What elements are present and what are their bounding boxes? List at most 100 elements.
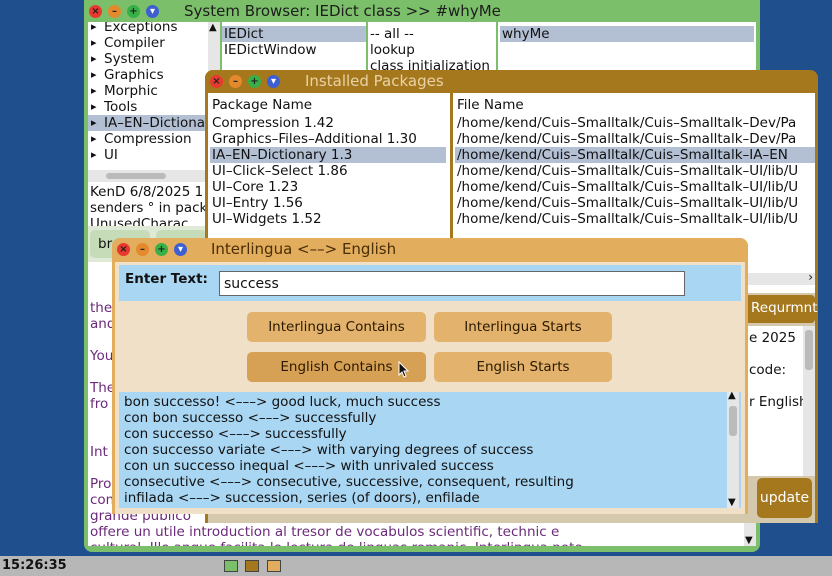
class-info-pane: KenD 6/8/2025 1 senders ° in pack Unused… [88,182,220,226]
interlingua-contains-button[interactable]: Interlingua Contains [247,312,426,342]
package-row[interactable]: UI–Core 1.23 [210,179,446,195]
dictionary-window: × – + ▾ Interlingua <––> English Enter T… [112,238,748,514]
package-name-header: Package Name [212,97,313,113]
category-item[interactable]: ▸ Graphics [88,67,208,83]
result-row[interactable]: bon successo! <–––> good luck, much succ… [122,394,722,410]
package-row[interactable]: IA–EN–Dictionary 1.3 [210,147,446,163]
clock: 15:26:35 [2,558,67,573]
package-row[interactable]: UI–Entry 1.56 [210,195,446,211]
taskbar-browser-icon[interactable] [224,560,238,572]
minimize-icon[interactable]: – [108,5,121,18]
close-icon[interactable]: × [117,243,130,256]
close-icon[interactable]: × [89,5,102,18]
dict-title: Interlingua <––> English [211,240,397,258]
window-menu-icon[interactable]: ▾ [146,5,159,18]
detail-code: code: [749,362,787,378]
file-name-header: File Name [457,97,524,113]
expand-triangle-icon[interactable]: ▸ [91,147,97,163]
chevron-right-icon[interactable]: › [808,270,813,284]
category-item[interactable]: ▸ Morphic [88,83,208,99]
browser-title-bar[interactable]: × – + ▾ System Browser: IEDict class >> … [84,0,760,22]
code-line: Pro [90,476,112,492]
package-row[interactable]: Graphics–Files–Additional 1.30 [210,131,446,147]
close-icon[interactable]: × [210,75,223,88]
expand-triangle-icon[interactable]: ▸ [91,99,97,115]
code-line: offere un utile introduction al tresor d… [90,524,560,540]
file-row[interactable]: /home/kend/Cuis–Smalltalk/Cuis–Smalltalk… [455,179,815,195]
interlingua-starts-button[interactable]: Interlingua Starts [434,312,612,342]
protocol-item[interactable]: class initialization [368,58,496,70]
category-item[interactable]: ▸ Exceptions [88,22,208,35]
scroll-down-icon[interactable]: ▼ [728,497,736,508]
category-list[interactable]: ▸ Exceptions ▸ Compiler ▸ System ▸ Graphics ▸ Mor… [88,22,220,182]
code-line: Int [90,444,108,460]
package-row[interactable]: UI–Widgets 1.52 [210,211,446,227]
minimize-icon[interactable]: – [229,75,242,88]
result-row[interactable]: infilada <–––> succession, series (of do… [122,490,722,506]
minimize-icon[interactable]: – [136,243,149,256]
scroll-up-icon[interactable]: ▲ [728,392,736,401]
class-item[interactable]: IEDict [222,26,366,42]
update-button[interactable]: update [757,478,812,518]
scroll-up-icon[interactable]: ▲ [209,22,217,33]
maximize-icon[interactable]: + [248,75,261,88]
code-line: cultural. Illo anque facilita le lectura… [90,540,583,546]
package-row[interactable]: Compression 1.42 [210,115,446,131]
result-row[interactable]: con un successo inequal <–––> with unriv… [122,458,722,474]
window-menu-icon[interactable]: ▾ [174,243,187,256]
packages-title-bar[interactable]: × – + ▾ Installed Packages [205,70,818,92]
expand-triangle-icon[interactable]: ▸ [91,67,97,83]
results-list[interactable]: bon successo! <–––> good luck, much succ… [119,392,741,508]
browser-title: System Browser: IEDict class >> #whyMe [184,2,501,20]
detail-scrollbar[interactable] [803,326,815,476]
info-line-2: senders ° in pack [90,200,208,216]
protocol-list[interactable]: -- all -- lookup class initialization [368,22,496,70]
category-item[interactable]: ▸ UI [88,147,208,163]
file-row[interactable]: /home/kend/Cuis–Smalltalk/Cuis–Smalltalk… [455,147,815,163]
window-menu-icon[interactable]: ▾ [267,75,280,88]
dict-title-bar[interactable]: × – + ▾ Interlingua <––> English [112,238,748,260]
category-item[interactable]: ▸ Compiler [88,35,208,51]
method-item[interactable]: whyMe [500,26,754,42]
category-hscrollbar[interactable] [88,170,220,182]
taskbar-dict-icon[interactable] [267,560,281,572]
category-item[interactable]: ▸ IA–EN–Dictionary [88,115,219,131]
category-item[interactable]: ▸ Tools [88,99,208,115]
expand-triangle-icon[interactable]: ▸ [91,115,97,131]
file-row[interactable]: /home/kend/Cuis–Smalltalk/Cuis–Smalltalk… [455,163,815,179]
mouse-pointer-icon [398,361,410,378]
expand-triangle-icon[interactable]: ▸ [91,51,97,67]
result-row[interactable]: consecutive <–––> consecutive, successiv… [122,474,722,490]
package-row[interactable]: UI–Click–Select 1.86 [210,163,446,179]
file-row[interactable]: /home/kend/Cuis–Smalltalk/Cuis–Smalltalk… [455,131,815,147]
expand-triangle-icon[interactable]: ▸ [91,35,97,51]
class-list[interactable]: IEDict IEDictWindow [222,22,366,70]
maximize-icon[interactable]: + [155,243,168,256]
class-item[interactable]: IEDictWindow [222,42,366,58]
enter-text-label: Enter Text: [125,271,208,287]
scroll-down-icon[interactable]: ▼ [745,535,753,546]
category-item[interactable]: ▸ System [88,51,208,67]
category-item[interactable]: ▸ Compression [88,131,208,147]
results-scrollbar[interactable]: ▲ ▼ [727,392,739,508]
result-row[interactable]: con successo <–––> successfully [122,426,722,442]
expand-triangle-icon[interactable]: ▸ [91,22,97,35]
method-list[interactable]: whyMe [498,22,756,70]
code-line: the [90,300,113,316]
protocol-item[interactable]: -- all -- [368,26,496,42]
english-starts-button[interactable]: English Starts [434,352,612,382]
file-row[interactable]: /home/kend/Cuis–Smalltalk/Cuis–Smalltalk… [455,211,815,227]
code-line: fro [90,396,109,412]
expand-triangle-icon[interactable]: ▸ [91,131,97,147]
detail-english: r English [749,394,808,410]
expand-triangle-icon[interactable]: ▸ [91,83,97,99]
protocol-item[interactable]: lookup [368,42,496,58]
file-row[interactable]: /home/kend/Cuis–Smalltalk/Cuis–Smalltalk… [455,115,815,131]
file-row[interactable]: /home/kend/Cuis–Smalltalk/Cuis–Smalltalk… [455,195,815,211]
maximize-icon[interactable]: + [127,5,140,18]
result-row[interactable]: con bon successo <–––> successfully [122,410,722,426]
search-input[interactable] [219,271,685,296]
result-row[interactable]: con successo variate <–––> with varying … [122,442,722,458]
requirements-button[interactable]: Requrmnt [745,295,818,323]
taskbar-packages-icon[interactable] [245,560,259,572]
